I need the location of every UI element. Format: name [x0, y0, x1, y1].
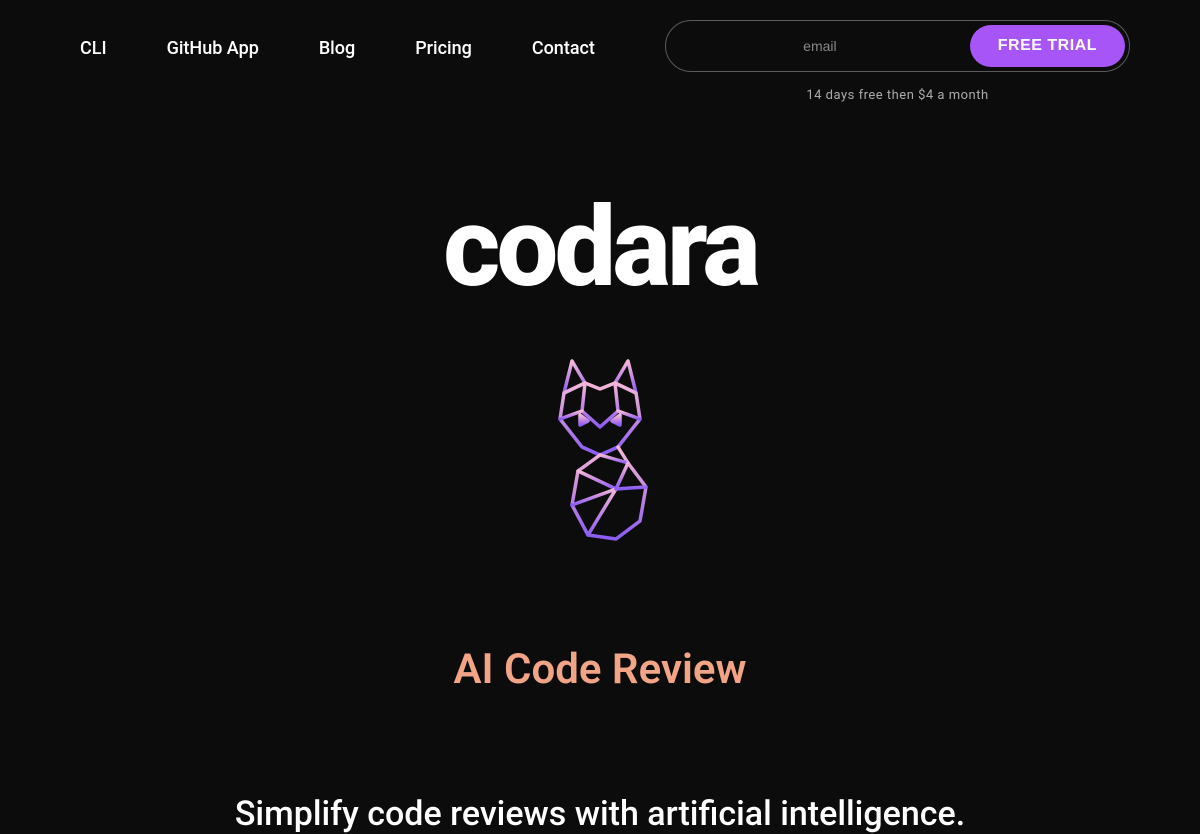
signup-form: FREE TRIAL: [665, 20, 1130, 72]
pricing-fineprint: 14 days free then $4 a month: [806, 88, 988, 103]
nav-link-blog[interactable]: Blog: [319, 38, 355, 59]
main-nav: CLI GitHub App Blog Pricing Contact: [80, 20, 595, 59]
hero-subhead: Simplify code reviews with artificial in…: [235, 794, 965, 834]
nav-link-cli[interactable]: CLI: [80, 38, 107, 59]
email-field[interactable]: [670, 28, 970, 64]
nav-link-pricing[interactable]: Pricing: [415, 38, 472, 59]
free-trial-button[interactable]: FREE TRIAL: [970, 25, 1125, 67]
fox-logo-icon: [530, 355, 670, 549]
nav-link-github-app[interactable]: GitHub App: [167, 38, 259, 59]
hero-headline: AI Code Review: [453, 645, 746, 694]
nav-link-contact[interactable]: Contact: [532, 38, 595, 59]
brand-logo-text: codara: [443, 193, 757, 303]
